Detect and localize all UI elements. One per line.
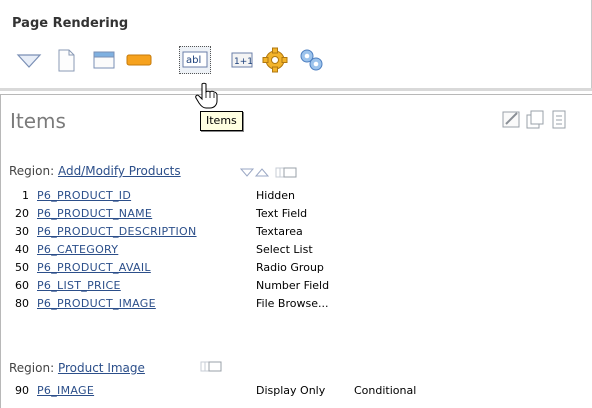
item-sequence: 40 [15,243,29,256]
copy-icon [526,110,544,129]
svg-text:abl: abl [186,55,201,66]
hand-cursor-icon [195,82,218,109]
header-title: Page Rendering [12,16,129,31]
gear-icon[interactable] [261,46,289,74]
item-name-link[interactable]: P6_PRODUCT_NAME [37,207,152,220]
item-name-link[interactable]: P6_PRODUCT_IMAGE [37,297,156,310]
region-link[interactable]: Add/Modify Products [58,164,181,178]
page-icon[interactable] [53,46,79,74]
panel-icons [501,109,592,134]
region-header: Region: Product Image [9,361,145,375]
item-type: Display Only [256,384,326,397]
region-label: Region: [9,361,55,375]
edit-icon [502,111,520,128]
item-sequence: 50 [15,261,29,274]
region-label: Region: [9,164,55,178]
button-icon[interactable] [124,46,154,74]
collapse-triangle-icon[interactable] [13,46,45,74]
tooltip: Items [200,111,243,131]
item-name-link[interactable]: P6_IMAGE [37,384,94,397]
region-display-icon[interactable] [200,361,240,373]
item-type: Hidden [256,189,296,202]
region-link[interactable]: Product Image [58,361,145,375]
item-name-link[interactable]: P6_LIST_PRICE [37,279,121,292]
item-sequence: 60 [15,279,29,292]
item-name-link[interactable]: P6_CATEGORY [37,243,118,256]
processes-icon[interactable] [297,46,327,74]
item-name-link[interactable]: P6_PRODUCT_AVAIL [37,261,151,274]
svg-text:1+1: 1+1 [234,57,253,67]
item-type: Number Field [256,279,330,292]
items-icon[interactable]: abl [179,46,211,74]
item-name-link[interactable]: P6_PRODUCT_ID [37,189,131,202]
panel-title: Items [10,109,66,133]
item-type: Text Field [256,207,308,220]
item-type: Select List [256,243,313,256]
item-sequence: 90 [15,384,29,397]
item-type: Textarea [256,225,303,238]
item-type: File Browse... [256,297,329,310]
page-rendering-header: Page Rendering abl 1+1 [0,0,592,88]
computations-icon[interactable]: 1+1 [229,46,255,74]
item-type: Radio Group [256,261,324,274]
item-condition: Conditional [354,384,417,397]
item-sequence: 1 [22,189,29,202]
region-icon[interactable] [91,46,117,74]
header-divider [0,88,592,91]
item-sequence: 30 [15,225,29,238]
item-sequence: 80 [15,297,29,310]
item-sequence: 20 [15,207,29,220]
item-name-link[interactable]: P6_PRODUCT_DESCRIPTION [37,225,197,238]
reorder-icon [552,110,566,129]
region-header: Region: Add/Modify Products [9,164,181,178]
region-sort-icons[interactable] [240,167,312,179]
